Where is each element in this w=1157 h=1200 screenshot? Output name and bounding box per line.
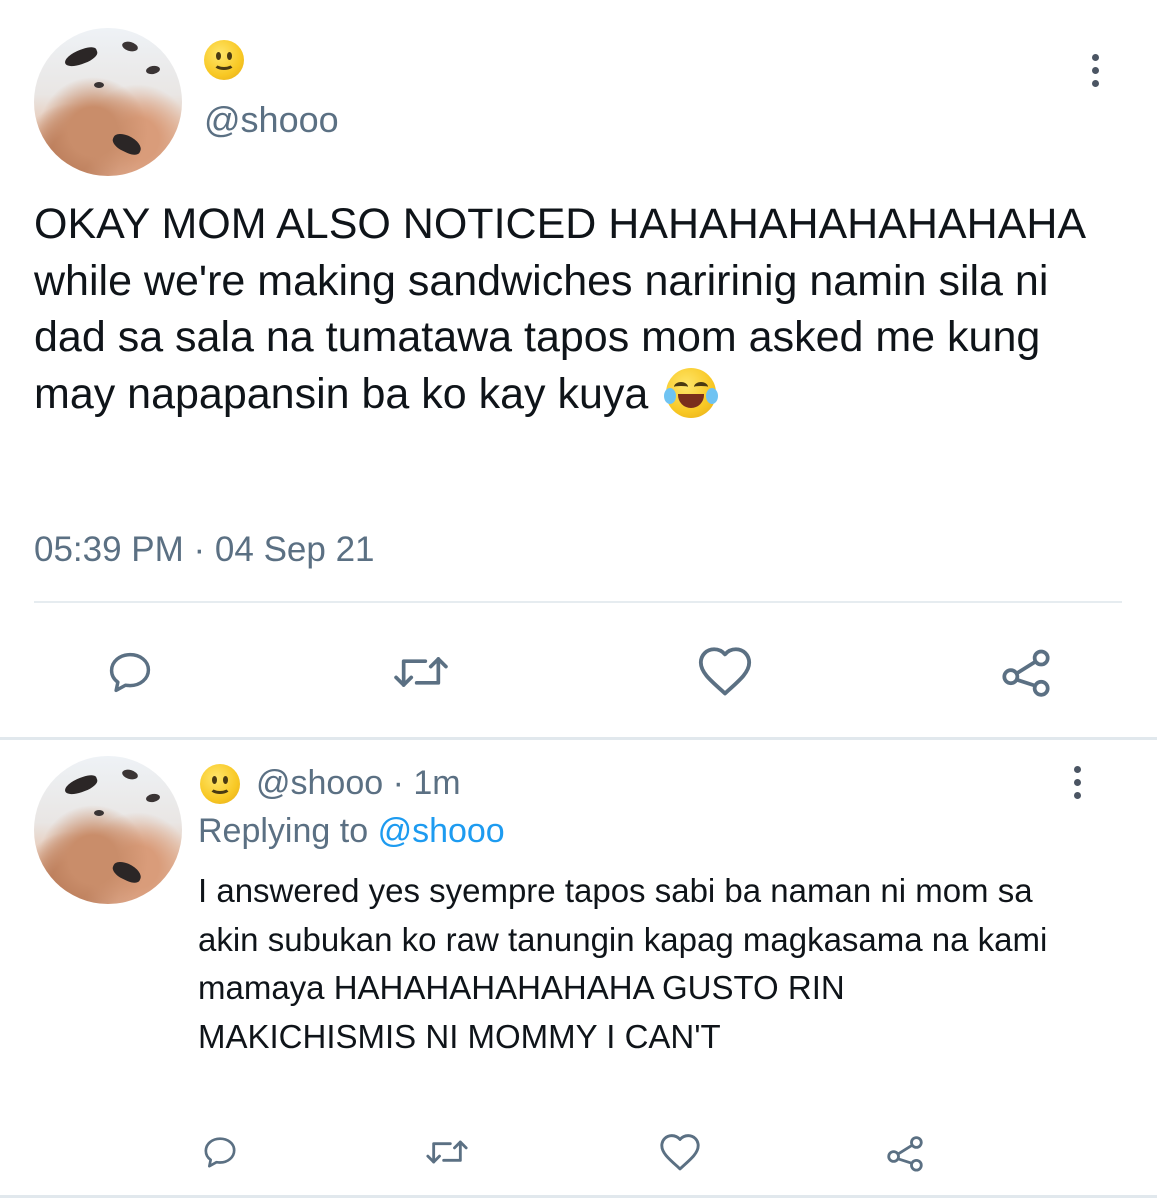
replying-to-label: Replying to	[198, 812, 369, 850]
avatar[interactable]	[34, 756, 182, 904]
divider	[0, 737, 1157, 740]
tweet-timestamp[interactable]: 05:39 PM · 04 Sep 21	[34, 528, 375, 572]
reply-text: I answered yes syempre tapos sabi ba nam…	[198, 872, 1048, 1055]
user-handle[interactable]: @shooo	[256, 764, 383, 802]
replying-to: Replying to @shooo	[198, 810, 505, 852]
share-icon[interactable]	[996, 642, 1056, 702]
share-icon[interactable]	[882, 1130, 928, 1176]
divider	[0, 1195, 1157, 1198]
like-icon[interactable]	[656, 1130, 704, 1174]
avatar[interactable]	[34, 28, 182, 176]
more-options-icon[interactable]	[1092, 54, 1099, 87]
smiling-face-icon	[200, 764, 240, 804]
retweet-icon[interactable]	[386, 644, 456, 700]
reply-icon[interactable]	[102, 644, 158, 700]
like-icon[interactable]	[694, 642, 756, 700]
retweet-icon[interactable]	[420, 1130, 474, 1174]
user-handle[interactable]: @shooo	[204, 98, 339, 142]
smiling-face-icon	[204, 40, 244, 80]
tweet-text: OKAY MOM ALSO NOTICED HAHAHAHAHAHAHAHA w…	[34, 200, 1084, 418]
divider	[34, 601, 1122, 603]
reply-icon[interactable]	[198, 1130, 242, 1174]
face-with-tears-of-joy-icon	[664, 367, 719, 418]
tweet-time[interactable]: · 1m	[393, 764, 461, 802]
reply-header: @shooo · 1m	[256, 762, 461, 804]
more-options-icon[interactable]	[1074, 766, 1081, 799]
replying-to-handle[interactable]: @shooo	[378, 812, 505, 850]
